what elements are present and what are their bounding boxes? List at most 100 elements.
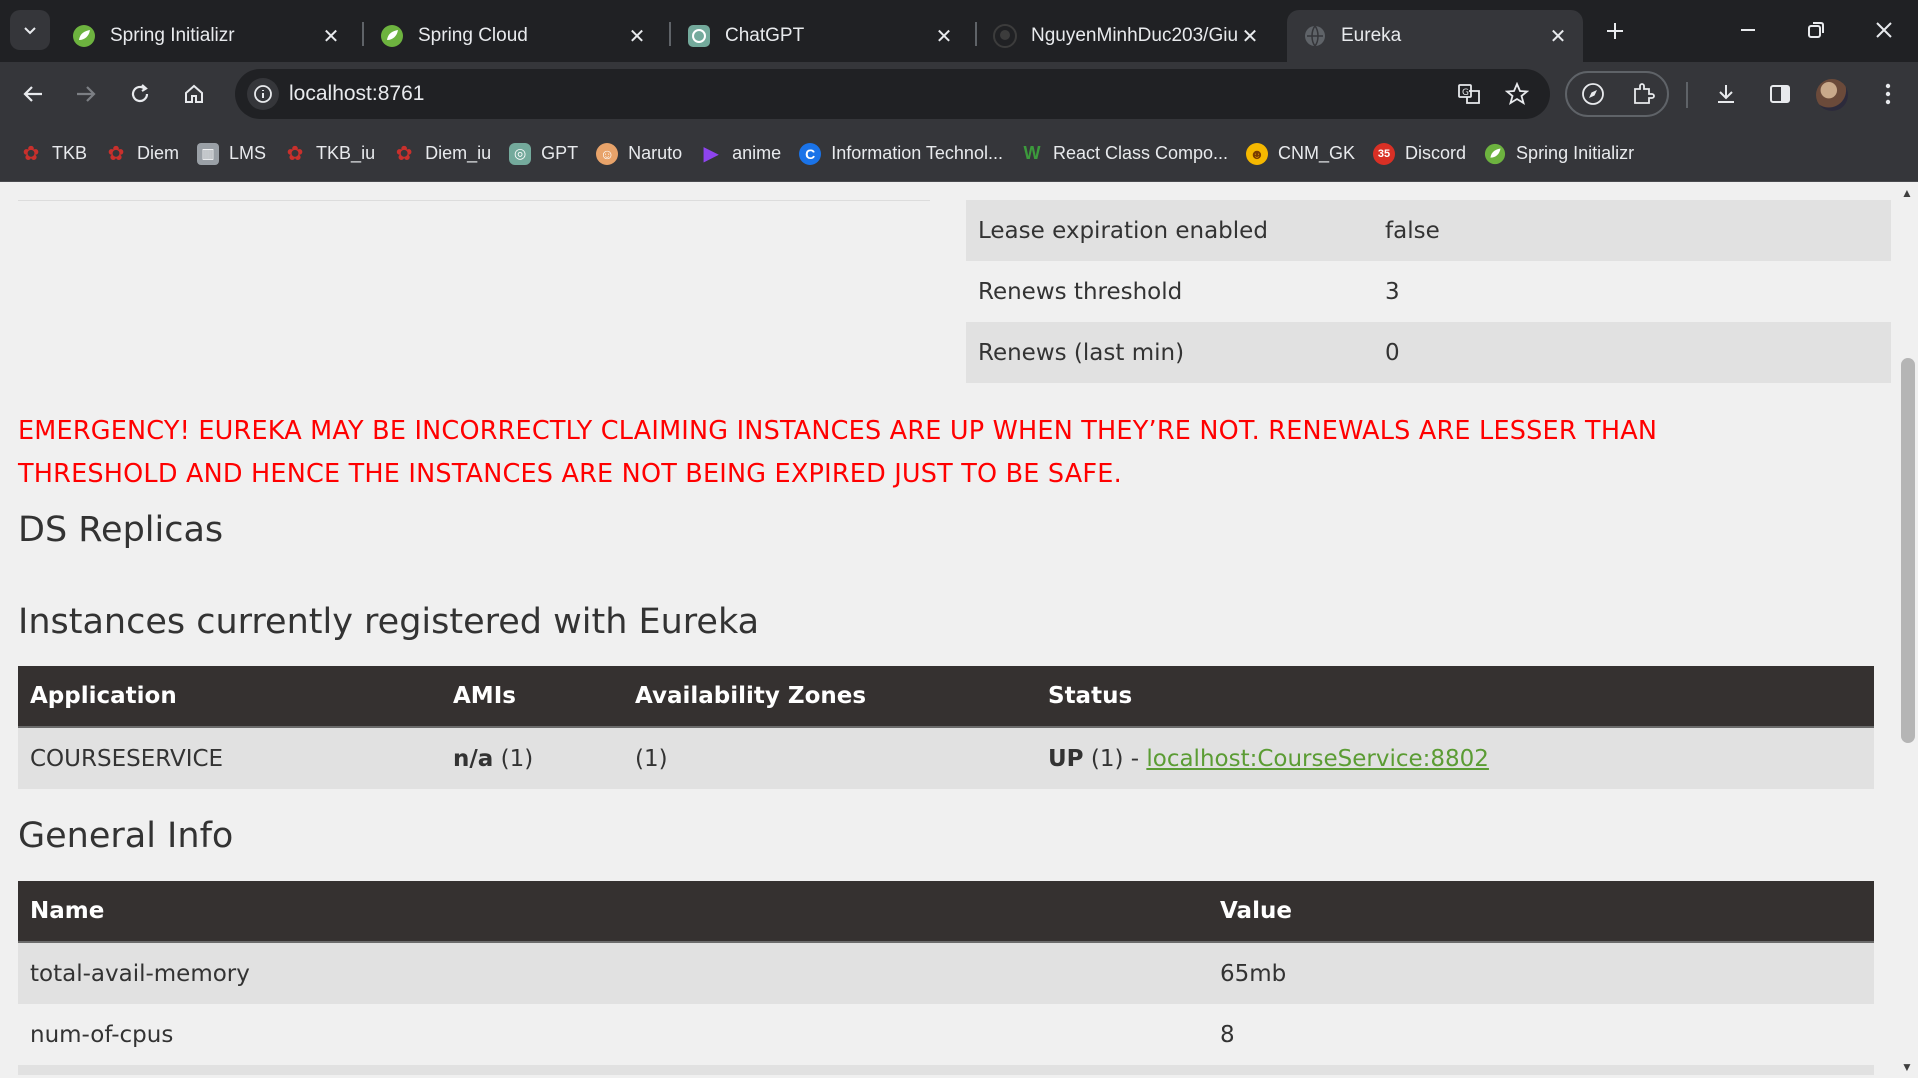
status-cell: UP (1) - localhost:CourseService:8802 [1036,746,1489,772]
bookmark-label: CNM_GK [1278,143,1356,163]
tab-spring-cloud[interactable]: Spring Cloud ✕ [364,10,662,62]
lms-icon: ▥ [197,142,220,165]
c-logo-icon: C [799,142,822,165]
maple-leaf-icon: ✿ [395,143,413,165]
url-text[interactable]: localhost:8761 [289,82,424,106]
back-button[interactable] [13,74,53,114]
column-header: Availability Zones [635,683,867,709]
profile-avatar[interactable] [1816,79,1848,111]
bookmark-tkb[interactable]: ✿ TKB [16,134,101,174]
column-header: Name [30,898,105,924]
tab-spring-initializr[interactable]: Spring Initializr ✕ [56,10,356,62]
extensions-button[interactable] [1627,78,1659,110]
info-name: total-avail-memory [30,960,250,987]
tab-github[interactable]: NguyenMinhDuc203/Giu ✕ [977,10,1275,62]
emergency-line: THRESHOLD AND HENCE THE INSTANCES ARE NO… [18,459,1122,489]
instances-heading: Instances currently registered with Eure… [18,602,760,642]
bookmark-tkb-iu[interactable]: ✿ TKB_iu [280,134,389,174]
tab-eureka[interactable]: Eureka ✕ [1287,10,1583,62]
bookmark-information-technology[interactable]: C Information Technol... [795,134,1017,174]
bookmark-diem[interactable]: ✿ Diem [101,134,193,174]
tab-chatgpt[interactable]: ChatGPT ✕ [671,10,969,62]
compass-icon [1582,83,1604,105]
table-header: Name Value [18,881,1874,943]
bookmark-label: GPT [541,143,579,163]
kebab-menu-icon [1885,83,1891,105]
restore-button[interactable] [1786,8,1846,52]
reload-button[interactable] [120,74,160,114]
amis-value: n/a [453,745,494,772]
naruto-icon: ☺ [596,142,619,165]
bookmark-lms[interactable]: ▥ LMS [193,134,280,174]
lease-key: Renews threshold [978,278,1183,305]
chatgpt-icon [688,25,710,47]
chatgpt-icon: ◎ [509,142,532,165]
spring-leaf-icon [1484,143,1506,164]
close-window-button[interactable] [1854,8,1914,52]
bookmark-label: Naruto [628,143,683,163]
download-icon [1718,85,1734,103]
close-icon[interactable]: ✕ [320,25,342,48]
bookmark-anime[interactable]: ▶ anime [696,134,795,174]
close-icon[interactable]: ✕ [626,25,648,48]
star-icon [1505,82,1529,105]
w-logo-icon: W [1023,143,1041,163]
bookmark-naruto[interactable]: ☺ Naruto [592,134,696,174]
plus-icon [1607,23,1623,39]
application-name: COURSESERVICE [30,745,224,772]
table-row: COURSESERVICE n/a (1) (1) UP (1) - local… [18,728,1874,789]
column-header: Application [30,683,177,709]
compass-extension-button[interactable] [1577,78,1609,110]
new-tab-button[interactable] [1598,14,1632,48]
address-bar[interactable]: localhost:8761 G [235,69,1550,119]
side-panel-button[interactable] [1760,74,1800,114]
minimize-button[interactable] [1718,8,1778,52]
maple-leaf-icon: ✿ [107,143,125,165]
instance-link[interactable]: localhost:CourseService:8802 [1146,746,1489,772]
close-icon[interactable]: ✕ [1547,25,1569,48]
info-value: 65mb [1220,960,1287,987]
bookmarks-bar: ✿ TKB ✿ Diem ▥ LMS ✿ TKB_iu ✿ Diem_iu ◎ GPT ☺ N… [0,126,1918,182]
spring-leaf-icon [381,25,403,47]
status-count: (1) - [1083,745,1147,772]
lease-value: 0 [1385,339,1400,366]
bookmark-label: Diem [137,143,180,163]
bookmark-discord[interactable]: 35 Discord [1369,134,1480,174]
lease-value: 3 [1385,278,1400,305]
site-info-button[interactable] [247,78,279,110]
menu-button[interactable] [1868,74,1908,114]
chevron-down-icon [24,27,36,35]
downloads-button[interactable] [1706,74,1746,114]
bookmark-cnm-gk[interactable]: ☻ CNM_GK [1242,134,1369,174]
home-icon [185,84,203,103]
arrow-right-icon [77,86,96,102]
amis-count: (1) [493,745,534,772]
bookmark-gpt[interactable]: ◎ GPT [505,134,592,174]
extensions-group [1565,71,1669,117]
table-row: Renews threshold 3 [966,261,1891,322]
bookmark-spring-initializr[interactable]: Spring Initializr [1480,134,1648,174]
table-row: Lease expiration enabled false [966,200,1891,261]
reload-icon [131,84,149,103]
badge-number: 35 [1377,147,1391,160]
tab-label: Spring Initializr [110,25,235,46]
eureka-page: Lease expiration enabled false Renews th… [0,182,1918,1078]
translate-button[interactable]: G [1453,78,1485,110]
amis-cell: n/a (1) [441,746,623,772]
ds-replicas-heading: DS Replicas [18,510,224,550]
close-icon[interactable]: ✕ [1239,25,1261,48]
home-button[interactable] [174,74,214,114]
scroll-up-arrow-icon[interactable]: ▲ [1900,186,1914,200]
bookmark-label: Information Technol... [831,143,1003,163]
table-header: Application AMIs Availability Zones Stat… [18,666,1874,728]
forward-button[interactable] [66,74,106,114]
scroll-down-arrow-icon[interactable]: ▼ [1900,1060,1914,1074]
tab-search-button[interactable] [10,10,50,50]
vertical-scrollbar[interactable]: ▲ ▼ [1896,182,1918,1078]
svg-text:G: G [1462,88,1469,98]
bookmark-star-button[interactable] [1501,78,1533,110]
bookmark-diem-iu[interactable]: ✿ Diem_iu [389,134,505,174]
close-icon[interactable]: ✕ [933,25,955,48]
scrollbar-thumb[interactable] [1901,358,1915,743]
bookmark-react-class-components[interactable]: W React Class Compo... [1017,134,1242,174]
